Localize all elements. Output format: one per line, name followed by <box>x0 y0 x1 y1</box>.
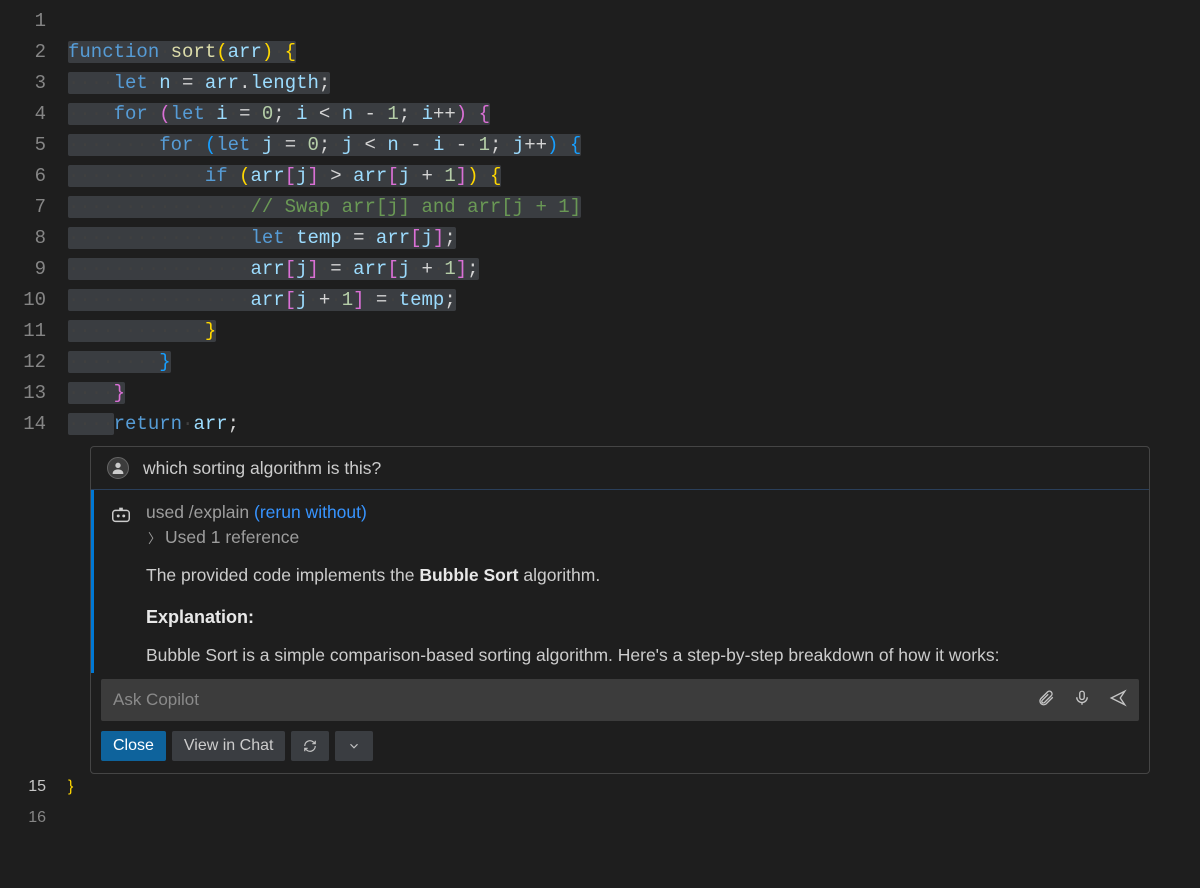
code-editor-continued[interactable]: 15 16 } <box>0 774 1200 840</box>
code-area[interactable]: } <box>68 774 1200 840</box>
chat-input-row <box>101 679 1139 721</box>
view-in-chat-button[interactable]: View in Chat <box>172 731 286 761</box>
chat-input[interactable] <box>113 690 1037 710</box>
code-line[interactable]: ····let·n·=·arr.length; <box>68 68 1200 99</box>
code-line[interactable]: ····} <box>68 378 1200 409</box>
user-avatar-icon <box>107 457 129 479</box>
explanation-body: Bubble Sort is a simple comparison-based… <box>146 642 1133 669</box>
line-number-gutter: 1 2 3 4 5 6 7 8 9 10 11 12 13 14 <box>0 0 68 440</box>
slash-command-info: used /explain (rerun without) <box>146 502 1133 523</box>
line-number: 6 <box>0 161 46 192</box>
more-options-button[interactable] <box>335 731 373 761</box>
code-line[interactable]: ············if·(arr[j]·>·arr[j·+·1])·{ <box>68 161 1200 192</box>
references-toggle[interactable]: 〉 Used 1 reference <box>148 527 1133 548</box>
code-line[interactable]: ············} <box>68 316 1200 347</box>
line-number: 16 <box>0 809 46 840</box>
code-line[interactable]: ········} <box>68 347 1200 378</box>
code-line[interactable]: ················arr[j·+·1]·=·temp; <box>68 285 1200 316</box>
code-line[interactable]: ················let·temp·=·arr[j]; <box>68 223 1200 254</box>
code-line[interactable] <box>68 809 1200 840</box>
assistant-response-row: used /explain (rerun without) 〉 Used 1 r… <box>91 490 1149 673</box>
user-message-text: which sorting algorithm is this? <box>143 458 381 479</box>
code-line[interactable]: ····for·(let·i·=·0;·i·<·n·-·1;·i++)·{ <box>68 99 1200 130</box>
code-line[interactable]: ····return·arr; <box>68 409 1200 440</box>
refresh-icon <box>303 739 317 753</box>
microphone-icon[interactable] <box>1073 689 1091 712</box>
line-number: 3 <box>0 68 46 99</box>
code-line[interactable]: ················arr[j]·=·arr[j·+·1]; <box>68 254 1200 285</box>
code-line[interactable]: function·sort(arr)·{ <box>68 37 1200 68</box>
line-number: 10 <box>0 285 46 316</box>
line-number: 8 <box>0 223 46 254</box>
line-number: 4 <box>0 99 46 130</box>
response-text: The provided code implements the Bubble … <box>146 562 1133 589</box>
line-number: 2 <box>0 37 46 68</box>
attach-icon[interactable] <box>1037 689 1055 712</box>
line-number-gutter: 15 16 <box>0 774 68 840</box>
code-line[interactable]: ········for·(let·j·=·0;·j·<·n·-·i·-·1;·j… <box>68 130 1200 161</box>
line-number: 11 <box>0 316 46 347</box>
code-line[interactable] <box>68 6 1200 37</box>
line-number: 12 <box>0 347 46 378</box>
chevron-down-icon <box>347 739 361 753</box>
line-number: 14 <box>0 409 46 440</box>
send-icon[interactable] <box>1109 689 1127 712</box>
user-message-row: which sorting algorithm is this? <box>91 447 1149 490</box>
chat-button-row: Close View in Chat <box>91 731 1149 773</box>
line-number: 7 <box>0 192 46 223</box>
close-button[interactable]: Close <box>101 731 166 761</box>
code-editor[interactable]: 1 2 3 4 5 6 7 8 9 10 11 12 13 14 functio… <box>0 0 1200 440</box>
assistant-body: used /explain (rerun without) 〉 Used 1 r… <box>146 502 1133 673</box>
explanation-heading: Explanation: <box>146 607 1133 628</box>
regenerate-button[interactable] <box>291 731 329 761</box>
line-number: 13 <box>0 378 46 409</box>
line-number: 1 <box>0 6 46 37</box>
copilot-icon <box>110 504 132 526</box>
line-number: 5 <box>0 130 46 161</box>
line-number-current: 15 <box>0 778 46 809</box>
rerun-without-link[interactable]: (rerun without) <box>254 502 367 522</box>
code-line[interactable]: } <box>68 778 1200 809</box>
chevron-right-icon: 〉 <box>148 528 161 547</box>
code-line[interactable]: ················// Swap arr[j] and arr[j… <box>68 192 1200 223</box>
inline-chat-panel: which sorting algorithm is this? used /e… <box>90 446 1150 774</box>
code-area[interactable]: function·sort(arr)·{ ····let·n·=·arr.len… <box>68 0 1200 440</box>
line-number: 9 <box>0 254 46 285</box>
